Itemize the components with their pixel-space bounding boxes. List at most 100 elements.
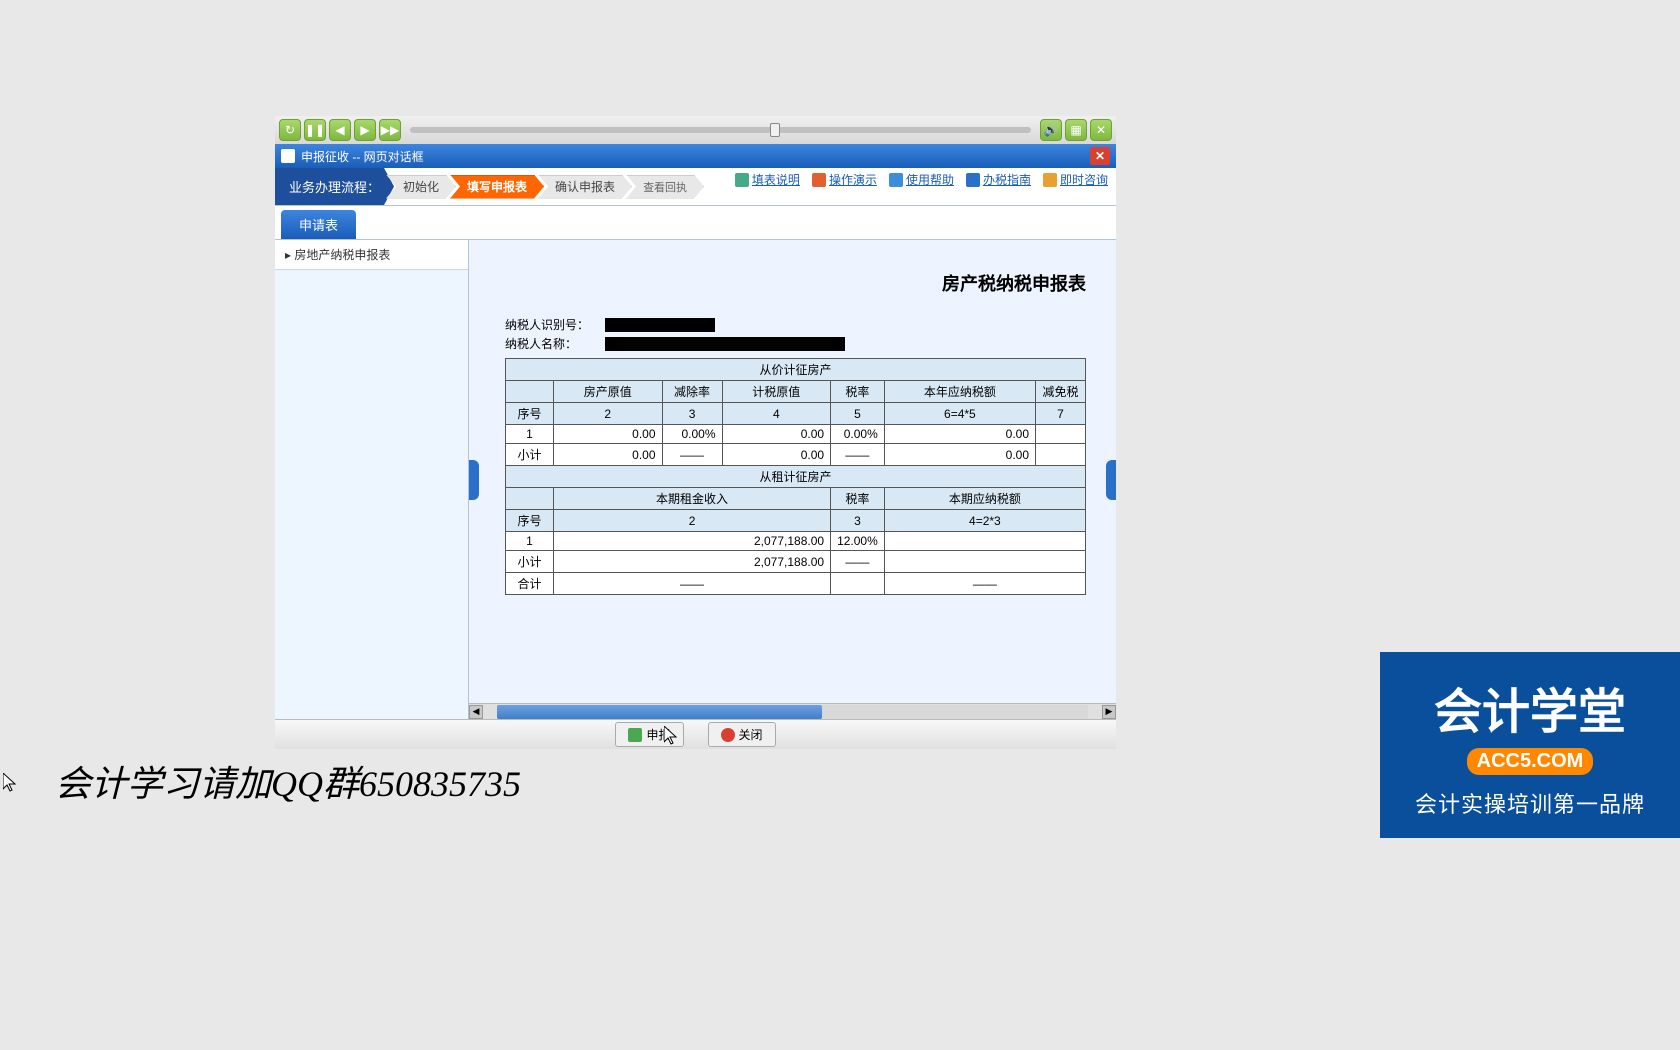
table-row: 合计 —— —— <box>506 573 1086 595</box>
doc-icon <box>735 173 749 187</box>
th: 本期租金收入 <box>554 488 831 510</box>
scroll-thumb[interactable] <box>497 705 822 719</box>
wf-step-init[interactable]: 初始化 <box>386 175 456 199</box>
cursor-icon <box>3 773 17 793</box>
td: 0.00 <box>884 444 1035 466</box>
td[interactable] <box>1036 425 1086 444</box>
chat-icon <box>1043 173 1057 187</box>
collapse-right-icon[interactable] <box>1106 460 1116 500</box>
slider-thumb[interactable] <box>770 123 780 137</box>
link-demo[interactable]: 操作演示 <box>812 171 877 188</box>
td <box>1036 444 1086 466</box>
table-formula-row: 序号 2 3 4 5 6=4*5 7 <box>506 403 1086 425</box>
submit-icon <box>628 728 642 742</box>
wf-step-fill[interactable]: 填写申报表 <box>450 175 544 199</box>
td <box>884 551 1085 573</box>
link-label: 使用帮助 <box>906 171 954 188</box>
th: 减免税 <box>1036 381 1086 403</box>
link-help[interactable]: 使用帮助 <box>889 171 954 188</box>
close-icon[interactable]: ✕ <box>1090 147 1110 165</box>
app-window: ↻ ❚❚ ◀ ▶ ▶▶ 🔊 ▦ ✕ 申报征收 -- 网页对话框 ✕ 业务办理流程… <box>275 116 1116 749</box>
table-row: 小计 2,077,188.00 —— <box>506 551 1086 573</box>
content-area: ▸ 房地产纳税申报表 房产税纳税申报表 纳税人识别号： 纳税人名称： 从价计征房… <box>275 239 1116 719</box>
td: —— <box>554 573 831 595</box>
td[interactable] <box>884 532 1085 551</box>
taxpayer-name-label: 纳税人名称： <box>505 335 605 352</box>
wf-step-confirm[interactable]: 确认申报表 <box>538 175 632 199</box>
table-ad-valorem: 从价计征房产 房产原值 减除率 计税原值 税率 本年应纳税额 减免税 序号 2 … <box>505 358 1086 595</box>
td[interactable]: 0.00 <box>554 425 663 444</box>
video-controls: ↻ ❚❚ ◀ ▶ ▶▶ 🔊 ▦ ✕ <box>275 116 1116 144</box>
form-title: 房产税纳税申报表 <box>505 270 1086 296</box>
link-instructions[interactable]: 填表说明 <box>735 171 800 188</box>
screenshot-icon[interactable]: ▦ <box>1065 119 1087 141</box>
table-row: 1 2,077,188.00 12.00% <box>506 532 1086 551</box>
th: 4=2*3 <box>884 510 1085 532</box>
section1-header: 从价计征房产 <box>506 359 1086 381</box>
prev-icon[interactable]: ◀ <box>329 119 351 141</box>
pause-icon[interactable]: ❚❚ <box>304 119 326 141</box>
table-row: 1 0.00 0.00% 0.00 0.00% 0.00 <box>506 425 1086 444</box>
th: 7 <box>1036 403 1086 425</box>
td[interactable]: 0.00 <box>884 425 1035 444</box>
taxpayer-id-value <box>605 318 715 332</box>
horizontal-scrollbar[interactable]: ◀ ▶ <box>469 703 1116 719</box>
scroll-left-icon[interactable]: ◀ <box>469 705 483 719</box>
sidebar-item-label: 房地产纳税申报表 <box>294 248 390 262</box>
sidebar: ▸ 房地产纳税申报表 <box>275 240 469 719</box>
taxpayer-id-row: 纳税人识别号： <box>505 316 1086 333</box>
th: 税率 <box>831 381 885 403</box>
td[interactable]: 0.00% <box>662 425 722 444</box>
link-guide[interactable]: 办税指南 <box>966 171 1031 188</box>
td: 合计 <box>506 573 554 595</box>
td: 1 <box>506 425 554 444</box>
next-icon[interactable]: ▶▶ <box>379 119 401 141</box>
link-label: 操作演示 <box>829 171 877 188</box>
workflow-bar: 业务办理流程： 初始化 填写申报表 确认申报表 查看回执 填表说明 操作演示 使… <box>275 168 1116 206</box>
progress-slider[interactable] <box>410 127 1031 133</box>
reload-icon[interactable]: ↻ <box>279 119 301 141</box>
link-consult[interactable]: 即时咨询 <box>1043 171 1108 188</box>
th: 减除率 <box>662 381 722 403</box>
th: 本年应纳税额 <box>884 381 1035 403</box>
th: 计税原值 <box>722 381 831 403</box>
th: 序号 <box>506 403 554 425</box>
table-row: 小计 0.00 —— 0.00 —— 0.00 <box>506 444 1086 466</box>
brand-name: 会计学堂 <box>1434 672 1626 742</box>
close-button[interactable]: 关闭 <box>708 722 776 747</box>
brand-domain: ACC5.COM <box>1467 748 1594 775</box>
td: 小计 <box>506 444 554 466</box>
th: 5 <box>831 403 885 425</box>
td: 小计 <box>506 551 554 573</box>
link-label: 即时咨询 <box>1060 171 1108 188</box>
scroll-track[interactable] <box>497 705 1088 719</box>
footer-promo-text: 会计学习请加QQ群650835735 <box>55 755 521 807</box>
td[interactable]: 0.00 <box>722 425 831 444</box>
help-icon <box>889 173 903 187</box>
td: —— <box>831 444 885 466</box>
collapse-left-icon[interactable] <box>469 460 479 500</box>
tab-application[interactable]: 申请表 <box>281 210 356 239</box>
th: 2 <box>554 403 663 425</box>
sidebar-item-property-tax[interactable]: ▸ 房地产纳税申报表 <box>275 240 468 270</box>
taxpayer-name-row: 纳税人名称： <box>505 335 1086 352</box>
th: 房产原值 <box>554 381 663 403</box>
play-icon[interactable]: ▶ <box>354 119 376 141</box>
td[interactable]: 0.00% <box>831 425 885 444</box>
close-icon <box>721 728 735 742</box>
bottom-bar: 申报 关闭 <box>275 719 1116 749</box>
th: 序号 <box>506 510 554 532</box>
td: —— <box>662 444 722 466</box>
td[interactable]: 2,077,188.00 <box>554 532 831 551</box>
wf-step-review[interactable]: 查看回执 <box>626 175 704 199</box>
close-player-icon[interactable]: ✕ <box>1090 119 1112 141</box>
table-header-row: 本期租金收入 税率 本期应纳税额 <box>506 488 1086 510</box>
dialog-titlebar: 申报征收 -- 网页对话框 ✕ <box>275 144 1116 168</box>
play-icon <box>812 173 826 187</box>
td[interactable]: 12.00% <box>831 532 885 551</box>
volume-icon[interactable]: 🔊 <box>1040 119 1062 141</box>
submit-button[interactable]: 申报 <box>615 722 683 747</box>
th <box>506 488 554 510</box>
scroll-right-icon[interactable]: ▶ <box>1102 705 1116 719</box>
brand-watermark: 会计学堂 ACC5.COM 会计实操培训第一品牌 <box>1380 652 1680 838</box>
